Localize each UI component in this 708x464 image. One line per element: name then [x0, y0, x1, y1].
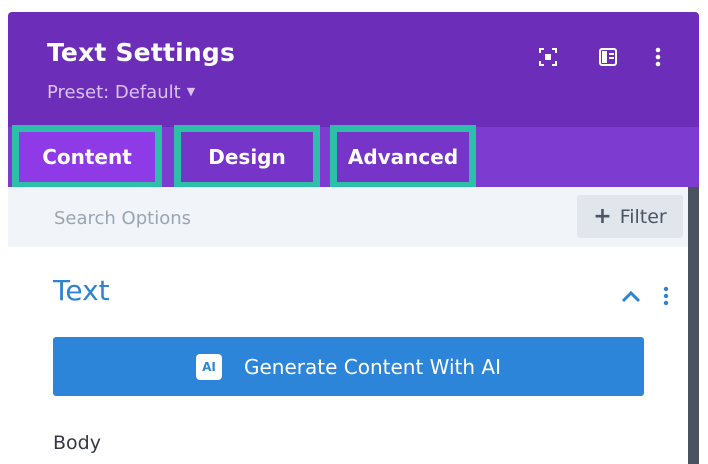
caret-down-icon: ▼	[186, 85, 196, 98]
sidebar-layout-icon[interactable]	[597, 46, 619, 68]
more-options-icon[interactable]	[647, 46, 669, 68]
tab-content[interactable]: Content	[12, 125, 162, 189]
generate-ai-button[interactable]: AI Generate Content With AI	[53, 337, 644, 396]
generate-ai-label: Generate Content With AI	[243, 354, 501, 379]
preset-selector[interactable]: Preset: Default ▼	[47, 82, 195, 103]
body-field-label: Body	[53, 432, 101, 454]
text-settings-panel: Text Settings Preset: Default ▼ Content …	[8, 12, 699, 464]
section-title: Text	[53, 274, 110, 307]
settings-header: Text Settings Preset: Default ▼	[8, 12, 699, 127]
expand-icon[interactable]	[537, 46, 559, 68]
tab-design-label: Design	[208, 145, 286, 169]
plus-icon: +	[593, 204, 612, 229]
section-options-icon[interactable]	[658, 284, 674, 308]
search-input[interactable]	[52, 201, 526, 235]
panel-title: Text Settings	[47, 38, 236, 67]
filter-button[interactable]: + Filter	[577, 195, 683, 238]
tab-content-label: Content	[42, 145, 132, 169]
ai-icon: AI	[195, 353, 222, 380]
tab-advanced-label: Advanced	[347, 145, 459, 169]
preset-label: Preset: Default	[47, 82, 181, 103]
scrollbar[interactable]	[688, 187, 699, 464]
tab-design[interactable]: Design	[174, 125, 320, 189]
filter-label: Filter	[619, 205, 667, 228]
search-bar: + Filter	[8, 187, 688, 247]
chevron-up-icon[interactable]	[620, 289, 642, 305]
tab-advanced[interactable]: Advanced	[330, 125, 476, 189]
